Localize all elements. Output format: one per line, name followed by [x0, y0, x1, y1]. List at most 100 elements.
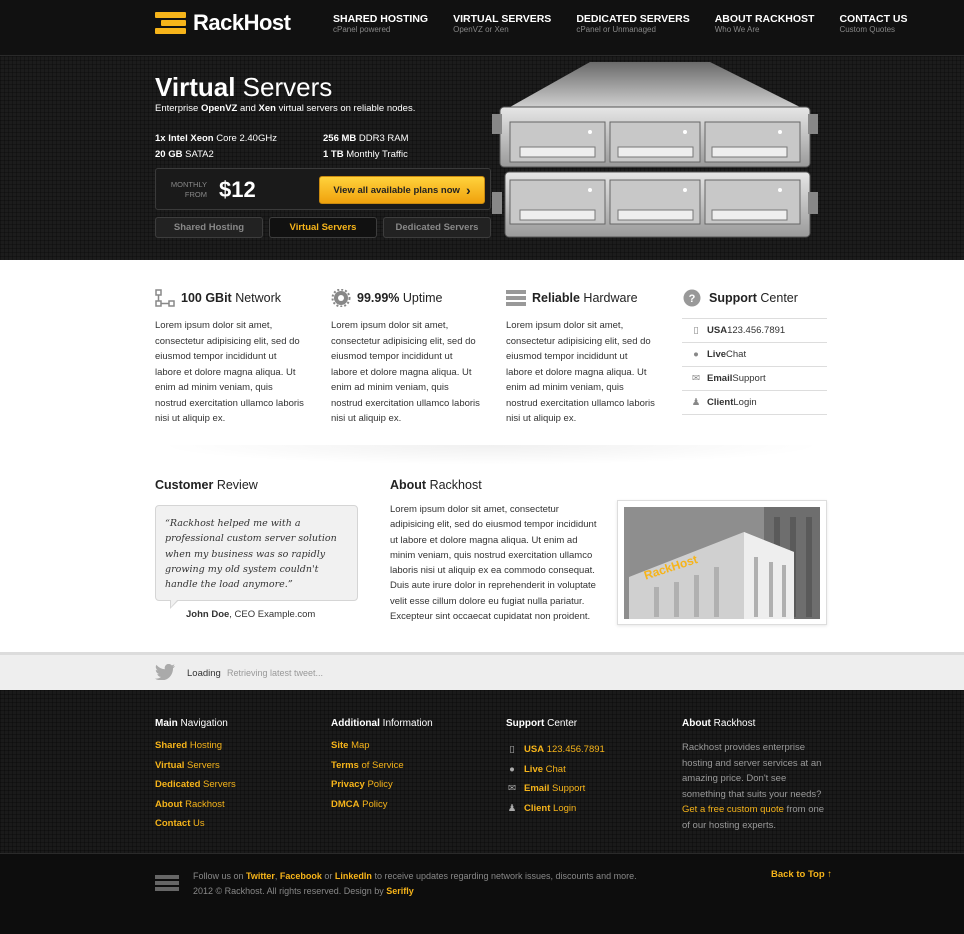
support-email[interactable]: ✉ Email Support: [682, 367, 827, 391]
back-to-top-link[interactable]: Back to Top ↑: [771, 869, 832, 880]
footer-heading-bold: Main: [155, 718, 178, 729]
link-bold: USA: [524, 744, 545, 756]
server-rack-image: [492, 62, 818, 238]
nav-title: DEDICATED SERVERS: [576, 13, 690, 25]
link-rest: Map: [348, 740, 370, 751]
follow-line: Follow us on Twitter, Facebook or Linked…: [193, 869, 637, 884]
link-bold: Privacy: [331, 779, 365, 790]
link-rest: Policy: [359, 798, 388, 810]
spec-bold: 1 TB: [323, 149, 344, 160]
link-bold: About: [155, 798, 183, 810]
footer-link-site-map[interactable]: Site Map: [331, 740, 481, 760]
footer-link-terms[interactable]: Terms of Service: [331, 760, 481, 780]
footer-link-about-rackhost[interactable]: About Rackhost: [155, 799, 305, 819]
support-phone[interactable]: ▯ USA 123.456.7891: [682, 319, 827, 343]
spec-rest: Monthly Traffic: [343, 149, 408, 160]
link-rest: Servers: [200, 779, 236, 790]
section-divider: [155, 445, 827, 465]
nav-virtual-servers[interactable]: VIRTUAL SERVERS OpenVZ or Xen: [453, 13, 551, 34]
support-item-rest: 123.456.7891: [727, 325, 786, 336]
plan-tabs: Shared Hosting Virtual Servers Dedicated…: [155, 217, 491, 238]
link-rest: Servers: [184, 759, 220, 771]
hero-sub-bold: OpenVZ: [200, 103, 238, 114]
footer-link-privacy[interactable]: Privacy Policy: [331, 779, 481, 799]
support-list: ▯ USA 123.456.7891 ● Live Chat ✉ Email Supp…: [682, 318, 827, 415]
footer-link-contact-us[interactable]: Contact Us: [155, 818, 305, 838]
footer-support-center: Support Center ▯ USA 123.456.7891 ● Live C…: [506, 718, 656, 818]
support-center: ? Support Center ▯ USA 123.456.7891 ● Live …: [682, 288, 827, 415]
nav-sub: Custom Quotes: [839, 25, 896, 35]
logo[interactable]: RackHost: [155, 10, 291, 36]
support-live-chat[interactable]: ● Live Chat: [682, 343, 827, 367]
footer-link-phone[interactable]: ▯ USA 123.456.7891: [506, 740, 656, 760]
spec-bold: 1x Intel Xeon: [155, 133, 214, 144]
feature-title-rest: Network: [231, 291, 282, 305]
tab-virtual-servers[interactable]: Virtual Servers: [269, 217, 377, 238]
linkedin-link[interactable]: LinkedIn: [335, 871, 372, 881]
footer-heading: Additional Information: [331, 718, 481, 729]
hero-sub-text: and: [237, 103, 259, 114]
support-client-login[interactable]: ♟ Client Login: [682, 391, 827, 415]
about-heading: About Rackhost: [390, 478, 482, 492]
footer-heading-bold: Additional: [331, 718, 380, 729]
footer-link-email-support[interactable]: ✉ Email Support: [506, 779, 656, 799]
about-text: Lorem ipsum dolor sit amet, consectetur …: [390, 504, 597, 623]
footer-link-dedicated-servers[interactable]: Dedicated Servers: [155, 779, 305, 799]
spec-traffic: 1 TB Monthly Traffic: [323, 147, 493, 163]
support-title: ? Support Center: [682, 288, 827, 308]
tab-dedicated-servers[interactable]: Dedicated Servers: [383, 217, 491, 238]
about-heading-rest: Rackhost: [426, 478, 482, 492]
footer-heading-rest: Rackhost: [710, 718, 756, 729]
twitter-link[interactable]: Twitter: [246, 871, 275, 881]
view-plans-button[interactable]: View all available plans now ›: [319, 176, 485, 204]
footer-link-dmca[interactable]: DMCA Policy: [331, 799, 481, 819]
designer-link[interactable]: Serifly: [386, 886, 414, 896]
footer-about-text: Rackhost provides enterprise hosting and…: [682, 740, 832, 833]
link-rest: Us: [190, 818, 205, 829]
footer-about-body: Rackhost provides enterprise hosting and…: [682, 742, 822, 800]
feature-text: Lorem ipsum dolor sit amet, consectetur …: [155, 320, 304, 424]
twitter-bar: Loading Retrieving latest tweet...: [0, 652, 964, 690]
nav-title: SHARED HOSTING: [333, 13, 429, 25]
support-item-rest: Chat: [726, 349, 747, 360]
rack-footer-icon: [155, 875, 179, 891]
tab-shared-hosting[interactable]: Shared Hosting: [155, 217, 263, 238]
hero-sub-text: virtual servers on reliable nodes.: [275, 103, 416, 114]
feature-title-bold: Reliable: [532, 291, 580, 305]
hero-sub-text: Enterprise: [155, 103, 201, 114]
footer-link-live-chat[interactable]: ● Live Chat: [506, 760, 656, 780]
link-rest: Login: [550, 802, 577, 814]
footer-link-virtual-servers[interactable]: Virtual Servers: [155, 760, 305, 780]
support-item-rest: Support: [732, 373, 766, 384]
nav-sub: OpenVZ or Xen: [453, 25, 509, 35]
nav-contact-us[interactable]: CONTACT US Custom Quotes: [839, 13, 907, 34]
nav-dedicated-servers[interactable]: DEDICATED SERVERS cPanel or Unmanaged: [576, 13, 689, 34]
link-bold: Site: [331, 740, 349, 751]
nav-about-rackhost[interactable]: ABOUT RACKHOST Who We Are: [715, 13, 815, 34]
cta-rest: available plans now: [370, 184, 460, 196]
support-item-bold: USA: [707, 325, 728, 336]
review-quote: “Rackhost helped me with a professional …: [155, 505, 358, 601]
footer-heading: Support Center: [506, 718, 656, 729]
cta-label: View all available plans now: [333, 185, 460, 196]
user-icon: ♟: [691, 397, 701, 408]
price-value: $12: [219, 177, 256, 202]
footer-link-client-login[interactable]: ♟ Client Login: [506, 799, 656, 819]
copyright-text: 2012 © Rackhost. All rights reserved. De…: [193, 886, 387, 896]
custom-quote-link[interactable]: Get a free custom quote: [682, 804, 784, 815]
nav-sub: cPanel or Unmanaged: [576, 25, 656, 35]
nav-sub: Who We Are: [714, 25, 760, 35]
facebook-link[interactable]: Facebook: [280, 871, 322, 881]
link-bold: Dedicated: [155, 779, 201, 790]
hero-sub-bold: Xen: [258, 103, 276, 114]
author-name: John Doe: [186, 609, 230, 620]
price-label: MONTHLY FROM: [169, 180, 207, 200]
price-box: MONTHLY FROM $12 View all available plans…: [155, 168, 491, 210]
rack-logo-icon: [155, 12, 186, 34]
hero-title: Virtual Servers: [155, 72, 332, 103]
footer-link-shared-hosting[interactable]: Shared Hosting: [155, 740, 305, 760]
twitter-label: Loading: [187, 668, 221, 679]
main-nav: SHARED HOSTING cPanel powered VIRTUAL SER…: [333, 13, 933, 34]
nav-shared-hosting[interactable]: SHARED HOSTING cPanel powered: [333, 13, 428, 34]
support-item-bold: Client: [707, 397, 734, 408]
